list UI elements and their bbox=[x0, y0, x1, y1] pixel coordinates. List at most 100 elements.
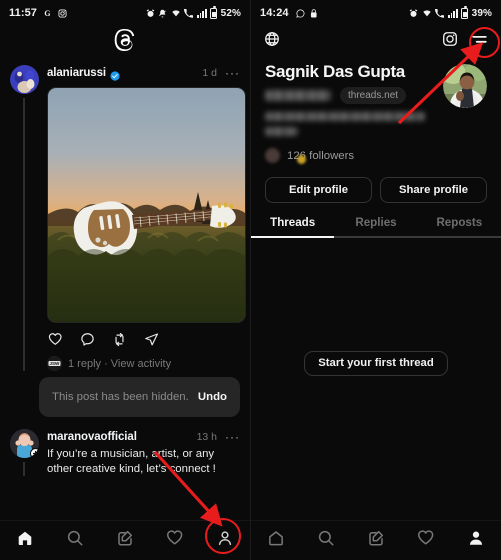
post-body: alaniarussi 1 d ··· JSW 1 reply · View a… bbox=[39, 65, 246, 371]
post-alaniarussi: alaniarussi 1 d ··· JSW 1 reply · View a… bbox=[0, 58, 250, 371]
comment-icon[interactable] bbox=[80, 332, 95, 347]
tab-underline bbox=[251, 236, 501, 238]
home-icon bbox=[267, 529, 285, 552]
profile-header: Sagnik Das Gupta threads.net 126 followe… bbox=[251, 56, 501, 164]
profile-identity-row: Sagnik Das Gupta threads.net 126 followe… bbox=[265, 62, 487, 163]
verified-badge-icon bbox=[110, 68, 120, 81]
hidden-post-banner: This post has been hidden. Undo bbox=[39, 377, 240, 417]
threads-logo[interactable] bbox=[114, 28, 136, 57]
post-avatar-column bbox=[9, 65, 39, 371]
signal-icon bbox=[447, 8, 458, 18]
repost-icon[interactable] bbox=[112, 332, 127, 347]
profile-top-bar bbox=[251, 26, 501, 56]
add-follow-badge-icon[interactable] bbox=[29, 448, 39, 458]
left-phone-screen: 11:57 G 52% alaniarussi 1 d ··· JSW 1 re… bbox=[0, 0, 251, 560]
thread-connector-line bbox=[23, 98, 25, 371]
profile-bio-line-1-blurred bbox=[265, 112, 425, 121]
post-username[interactable]: maranovaofficial bbox=[47, 431, 137, 443]
edit-profile-button[interactable]: Edit profile bbox=[265, 177, 372, 203]
replier-avatar: JSW bbox=[47, 356, 62, 371]
feed: alaniarussi 1 d ··· JSW 1 reply · View a… bbox=[0, 58, 250, 476]
post-media-guitar-photo[interactable] bbox=[47, 87, 246, 323]
globe-icon[interactable] bbox=[264, 31, 280, 52]
tab-underline-inactive bbox=[418, 236, 501, 238]
battery-icon bbox=[210, 6, 218, 19]
undo-button[interactable]: Undo bbox=[198, 391, 227, 403]
share-profile-button[interactable]: Share profile bbox=[380, 177, 487, 203]
wifi-icon bbox=[422, 9, 432, 18]
status-time: 14:24 bbox=[260, 7, 289, 19]
avatar[interactable] bbox=[9, 429, 39, 458]
post-more-menu-icon[interactable]: ··· bbox=[225, 431, 240, 443]
post-header: alaniarussi 1 d ··· bbox=[47, 65, 240, 81]
share-icon[interactable] bbox=[144, 332, 159, 347]
nav-profile-button[interactable] bbox=[208, 526, 242, 556]
post-avatar-column bbox=[9, 429, 39, 476]
threads-logo-header bbox=[0, 26, 250, 58]
post-replies-row[interactable]: JSW 1 reply · View activity bbox=[47, 356, 240, 371]
tab-underline-inactive bbox=[334, 236, 417, 238]
instagram-icon bbox=[58, 8, 67, 18]
tab-underline-active bbox=[251, 236, 335, 238]
profile-top-bar-actions bbox=[442, 31, 488, 52]
tab-replies[interactable]: Replies bbox=[334, 216, 417, 236]
profile-handle-row: threads.net bbox=[265, 87, 443, 104]
battery-percent: 52% bbox=[220, 7, 241, 19]
left-bottom-nav bbox=[0, 520, 250, 560]
profile-action-buttons: Edit profile Share profile bbox=[251, 177, 501, 203]
left-status-bar: 11:57 G 52% bbox=[0, 0, 250, 26]
hamburger-menu-icon[interactable] bbox=[471, 32, 488, 51]
nav-home-button[interactable] bbox=[259, 526, 293, 556]
search-icon bbox=[66, 529, 84, 552]
replies-text[interactable]: 1 reply · View activity bbox=[68, 358, 171, 370]
tab-threads[interactable]: Threads bbox=[251, 216, 334, 236]
svg-text:G: G bbox=[44, 9, 50, 18]
wifi-icon bbox=[171, 9, 181, 18]
profile-avatar[interactable] bbox=[443, 64, 487, 108]
profile-name: Sagnik Das Gupta bbox=[265, 62, 405, 81]
post-more-menu-icon[interactable]: ··· bbox=[225, 67, 240, 79]
post-body: maranovaofficial 13 h ··· If you’re a mu… bbox=[39, 429, 240, 476]
profile-info: Sagnik Das Gupta threads.net 126 followe… bbox=[265, 62, 443, 163]
battery-icon bbox=[461, 6, 469, 19]
nav-compose-button[interactable] bbox=[359, 526, 393, 556]
like-icon[interactable] bbox=[48, 332, 63, 347]
search-icon bbox=[317, 529, 335, 552]
post-username[interactable]: alaniarussi bbox=[47, 67, 106, 79]
instagram-icon[interactable] bbox=[442, 31, 458, 52]
hidden-post-row: This post has been hidden. Undo bbox=[0, 371, 250, 417]
profile-handle-blurred bbox=[265, 90, 331, 101]
post-timestamp: 1 d bbox=[202, 67, 217, 79]
follower-avatar bbox=[265, 148, 280, 163]
right-bottom-nav bbox=[251, 520, 501, 560]
status-time: 11:57 bbox=[9, 7, 38, 19]
compose-icon bbox=[367, 529, 385, 552]
alarm-icon bbox=[146, 8, 155, 18]
signal-icon bbox=[196, 8, 207, 18]
compose-icon bbox=[116, 529, 134, 552]
activity-heart-icon bbox=[166, 529, 184, 552]
post-text: If you’re a musician, artist, or any oth… bbox=[47, 448, 216, 475]
profile-icon bbox=[467, 529, 485, 552]
missed-call-icon bbox=[184, 8, 194, 18]
home-icon bbox=[16, 529, 34, 552]
lock-icon bbox=[310, 8, 318, 18]
nav-activity-button[interactable] bbox=[158, 526, 192, 556]
nav-search-button[interactable] bbox=[309, 526, 343, 556]
nav-home-button[interactable] bbox=[8, 526, 42, 556]
nav-profile-button[interactable] bbox=[459, 526, 493, 556]
tab-reposts[interactable]: Reposts bbox=[418, 216, 501, 236]
start-first-thread-button[interactable]: Start your first thread bbox=[304, 350, 448, 376]
profile-domain-pill[interactable]: threads.net bbox=[340, 87, 407, 104]
alarm-icon bbox=[409, 8, 418, 18]
battery-percent: 39% bbox=[471, 7, 492, 19]
nav-activity-button[interactable] bbox=[409, 526, 443, 556]
avatar[interactable] bbox=[9, 65, 39, 94]
profile-followers-row[interactable]: 126 followers bbox=[265, 148, 443, 163]
right-phone-screen: 14:24 39% Sagnik Das Gupta threads.net 1… bbox=[251, 0, 501, 560]
nav-search-button[interactable] bbox=[58, 526, 92, 556]
hidden-post-message: This post has been hidden. bbox=[52, 391, 189, 403]
nav-compose-button[interactable] bbox=[108, 526, 142, 556]
missed-call-icon bbox=[435, 8, 445, 18]
svg-text:JSW: JSW bbox=[49, 361, 60, 366]
